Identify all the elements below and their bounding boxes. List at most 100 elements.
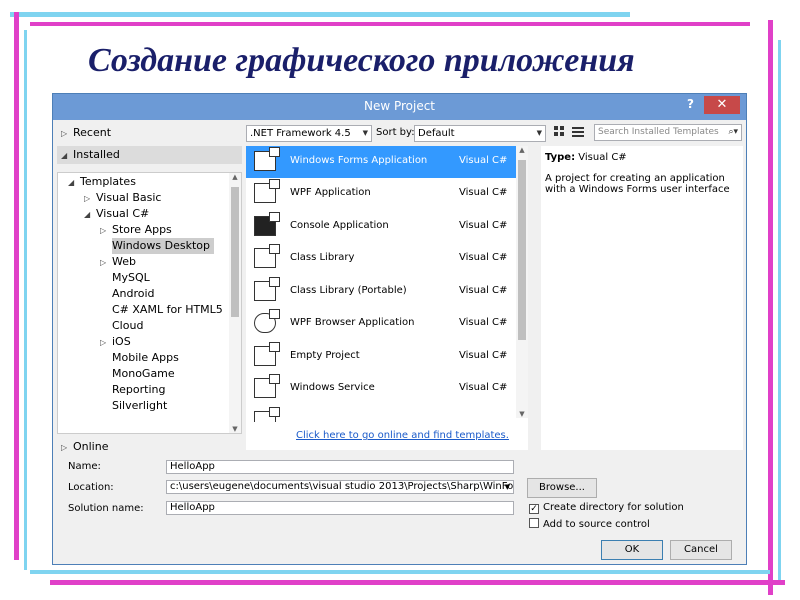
new-project-dialog: New Project ? ✕ ▷ Recent ◢ Installed ◢ Temp…: [52, 93, 747, 565]
details-description: A project for creating an application wi…: [545, 173, 730, 195]
scrollbar-thumb[interactable]: [231, 187, 239, 317]
scroll-down-icon[interactable]: ▼: [516, 410, 528, 418]
expand-icon: ▷: [61, 129, 68, 138]
tree-node-monogame[interactable]: MonoGame: [112, 366, 175, 382]
top-accent-bar-2: [30, 22, 750, 26]
tree-node-label: Web: [112, 255, 136, 268]
template-name: Windows Service: [290, 382, 375, 393]
ok-button[interactable]: OK: [601, 540, 663, 560]
add-source-control-checkbox[interactable]: Add to source control: [529, 518, 650, 530]
left-accent-bar-2: [24, 30, 27, 570]
template-item[interactable]: WPF Application Visual C#: [246, 178, 516, 210]
template-item[interactable]: Console Application Visual C#: [246, 211, 516, 243]
template-language: Visual C#: [459, 252, 508, 263]
top-accent-bar: [10, 12, 630, 17]
tree-node-label: Visual Basic: [96, 191, 162, 204]
tree-node-mysql[interactable]: MySQL: [112, 270, 150, 286]
sort-dropdown[interactable]: Default ▼: [414, 125, 546, 142]
chevron-down-icon: ▼: [362, 129, 368, 137]
cancel-button[interactable]: Cancel: [670, 540, 732, 560]
tree-node-cloud[interactable]: Cloud: [112, 318, 143, 334]
template-name: Empty Project: [290, 350, 360, 361]
sort-value: Default: [418, 128, 455, 139]
create-directory-label: Create directory for solution: [543, 502, 684, 513]
tree-node-label: iOS: [112, 335, 131, 348]
tree-node-label: Android: [112, 287, 155, 300]
nav-recent-label: Recent: [73, 126, 112, 139]
close-button[interactable]: ✕: [704, 96, 740, 114]
grid-view-icon[interactable]: [554, 126, 566, 138]
template-details: Type: Visual C# A project for creating a…: [541, 146, 743, 450]
online-templates-link[interactable]: Click here to go online and find templat…: [296, 430, 509, 441]
scroll-down-icon[interactable]: ▼: [229, 425, 241, 433]
template-item[interactable]: WPF Browser Application Visual C#: [246, 308, 516, 340]
scrollbar-thumb[interactable]: [518, 160, 526, 340]
tree-node-store-apps[interactable]: ▷ Store Apps: [100, 222, 172, 238]
tree-node-xaml-html5[interactable]: C# XAML for HTML5: [112, 302, 223, 318]
template-item-partial[interactable]: [246, 406, 516, 422]
tree-expander-icon: ◢: [84, 210, 91, 219]
tree-node-windows-desktop[interactable]: Windows Desktop: [112, 238, 214, 254]
template-item[interactable]: Class Library Visual C#: [246, 243, 516, 275]
create-directory-checkbox[interactable]: ✓ Create directory for solution: [529, 502, 684, 514]
template-language: Visual C#: [459, 155, 508, 166]
tree-expander-icon: ◢: [68, 178, 75, 187]
empty-project-icon: [254, 342, 280, 366]
template-scrollbar[interactable]: ▲ ▼: [516, 146, 528, 418]
tree-node-silverlight[interactable]: Silverlight: [112, 398, 167, 414]
tree-node-label: C# XAML for HTML5: [112, 303, 223, 316]
template-language: Visual C#: [459, 317, 508, 328]
search-templates-input[interactable]: Search Installed Templates ⌕▾: [594, 124, 742, 141]
tree-expander-icon: ▷: [100, 338, 107, 347]
tree-node-templates[interactable]: ◢ Templates: [68, 174, 136, 190]
template-name: WPF Browser Application: [290, 317, 415, 328]
slide-title: Создание графического приложения: [88, 42, 635, 79]
template-item[interactable]: Windows Service Visual C#: [246, 373, 516, 405]
tree-node-visual-csharp[interactable]: ◢ Visual C#: [84, 206, 149, 222]
template-item[interactable]: Empty Project Visual C#: [246, 341, 516, 373]
portable-library-icon: [254, 277, 280, 301]
browse-button[interactable]: Browse...: [527, 478, 597, 498]
tree-node-android[interactable]: Android: [112, 286, 155, 302]
tree-node-label: MonoGame: [112, 367, 175, 380]
template-language: Visual C#: [459, 285, 508, 296]
tree-node-web[interactable]: ▷ Web: [100, 254, 136, 270]
nav-online[interactable]: ▷ Online: [61, 438, 108, 456]
template-icon: [254, 407, 280, 422]
name-input[interactable]: HelloApp: [166, 460, 514, 474]
scroll-up-icon[interactable]: ▲: [229, 173, 241, 181]
tree-node-label: Templates: [80, 175, 136, 188]
tree-node-visual-basic[interactable]: ▷ Visual Basic: [84, 190, 161, 206]
template-tree: ◢ Templates ▷ Visual Basic ◢ Visual C# ▷ Sto…: [57, 172, 242, 434]
solution-name-input[interactable]: HelloApp: [166, 501, 514, 515]
tree-node-mobile-apps[interactable]: Mobile Apps: [112, 350, 179, 366]
help-button[interactable]: ?: [687, 97, 694, 111]
tree-node-label: Windows Desktop: [112, 239, 210, 252]
dialog-titlebar: New Project ? ✕: [53, 94, 746, 120]
tree-node-reporting[interactable]: Reporting: [112, 382, 165, 398]
template-item[interactable]: Windows Forms Application Visual C#: [246, 146, 516, 178]
template-language: Visual C#: [459, 187, 508, 198]
template-list: Windows Forms Application Visual C# WPF A…: [246, 146, 528, 450]
template-language: Visual C#: [459, 382, 508, 393]
bottom-accent-bar-2: [50, 580, 785, 585]
tree-scrollbar[interactable]: ▲ ▼: [229, 173, 241, 433]
framework-dropdown[interactable]: .NET Framework 4.5 ▼: [246, 125, 372, 142]
tree-expander-icon: ▷: [84, 194, 91, 203]
tree-node-label: Silverlight: [112, 399, 168, 412]
tree-node-ios[interactable]: ▷ iOS: [100, 334, 131, 350]
name-label: Name:: [68, 461, 101, 472]
wpf-icon: [254, 179, 280, 203]
list-view-icon[interactable]: [572, 126, 584, 138]
windows-service-icon: [254, 374, 280, 398]
nav-recent[interactable]: ▷ Recent: [61, 124, 111, 142]
bottom-accent-bar: [30, 570, 770, 574]
template-item[interactable]: Class Library (Portable) Visual C#: [246, 276, 516, 308]
chevron-down-icon: ▼: [536, 129, 542, 137]
details-type: Type: Visual C#: [545, 152, 739, 163]
nav-installed[interactable]: ◢ Installed: [57, 146, 242, 164]
tree-expander-icon: ▷: [100, 226, 107, 235]
winforms-icon: [254, 147, 280, 171]
scroll-up-icon[interactable]: ▲: [516, 146, 528, 154]
location-dropdown[interactable]: c:\users\eugene\documents\visual studio …: [166, 480, 514, 494]
